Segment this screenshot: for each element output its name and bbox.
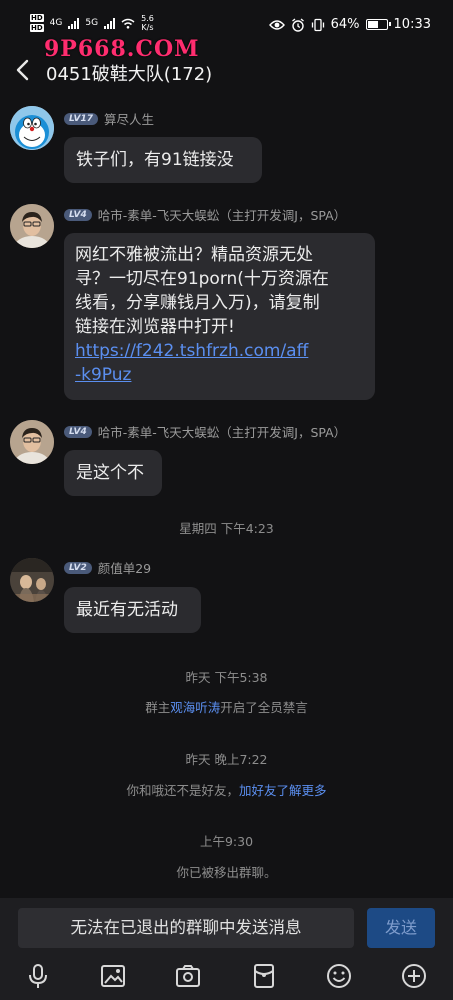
plus-icon[interactable]	[400, 962, 428, 990]
battery-icon	[365, 19, 391, 30]
network-label: 5G	[85, 18, 99, 28]
alarm-icon	[291, 17, 304, 32]
status-right: 64% 10:33	[268, 17, 431, 32]
composer-bar: 无法在已退出的群聊中发送消息 发送	[0, 898, 453, 1000]
sender-name: 颜值单29	[97, 561, 152, 576]
emoji-icon[interactable]	[325, 962, 353, 990]
net-speed: 5.6 K/s	[141, 14, 154, 32]
wifi-icon	[121, 18, 135, 29]
chat-title: 0451破鞋大队(172)	[46, 64, 213, 85]
sender-name: 哈市-素单-飞天大蜈蚣（主打开发调J，SPA）	[97, 208, 347, 223]
hd-badge: HD	[30, 24, 44, 32]
microphone-icon[interactable]	[24, 962, 52, 990]
avatar[interactable]	[10, 106, 54, 150]
sender-name: 哈市-素单-飞天大蜈蚣（主打开发调J，SPA）	[97, 425, 347, 440]
red-packet-icon[interactable]	[250, 962, 278, 990]
message-text-line: 链接在浏览器中打开!	[75, 317, 235, 337]
level-badge: LV17	[64, 112, 98, 125]
doraemon-avatar-icon	[10, 106, 54, 150]
image-icon[interactable]	[99, 962, 127, 990]
hd-badge: HD	[30, 14, 44, 22]
message-bubble[interactable]: 最近有无活动	[64, 587, 201, 633]
sender-name: 算尽人生	[104, 112, 155, 127]
system-notice: 群主观海听涛开启了全员禁言	[145, 700, 308, 715]
timestamp: 昨天 晚上7:22	[185, 752, 268, 767]
level-badge: LV4	[64, 425, 92, 438]
message-meta: LV2 颜值单29	[64, 558, 151, 577]
message-text: 最近有无活动	[76, 600, 178, 620]
message-link[interactable]: https://f242.tshfrzh.com/aff	[75, 341, 308, 361]
add-friend-link[interactable]: 加好友了解更多	[239, 783, 327, 798]
signal-icon	[104, 17, 116, 29]
level-badge: LV2	[64, 561, 92, 574]
message-text-line: 寻？一切尽在91porn(十万资源在	[75, 269, 329, 289]
timestamp: 星期四 下午4:23	[179, 521, 274, 536]
person-avatar-icon	[10, 204, 54, 248]
camera-icon[interactable]	[174, 962, 202, 990]
person-avatar-icon	[10, 420, 54, 464]
back-arrow-icon[interactable]	[12, 58, 34, 82]
send-button[interactable]: 发送	[367, 908, 435, 948]
message-bubble[interactable]: 是这个不	[64, 450, 162, 496]
status-left: HD HD 4G 5G 5.6 K/s	[30, 14, 154, 32]
chat-header: 0451破鞋大队(172)	[0, 48, 453, 94]
message-text-line: 网红不雅被流出？精品资源无处	[75, 245, 313, 265]
avatar[interactable]	[10, 558, 54, 602]
message-link[interactable]: -k9Puz	[75, 365, 131, 385]
timestamp: 昨天 下午5:38	[185, 670, 268, 685]
message-input[interactable]: 无法在已退出的群聊中发送消息	[18, 908, 354, 948]
battery-percent: 64%	[330, 17, 360, 32]
network-label: 4G	[49, 18, 63, 28]
message-text: 是这个不	[76, 463, 144, 483]
signal-icon	[68, 17, 80, 29]
message-meta: LV4 哈市-素单-飞天大蜈蚣（主打开发调J，SPA）	[64, 205, 346, 224]
owner-name-link[interactable]: 观海听涛	[170, 700, 220, 715]
system-notice: 你和哦还不是好友，加好友了解更多	[126, 783, 327, 798]
battery-level-fill	[367, 21, 379, 28]
avatar[interactable]	[10, 420, 54, 464]
clock: 10:33	[393, 17, 431, 32]
timestamp: 上午9:30	[199, 834, 254, 849]
avatar[interactable]	[10, 204, 54, 248]
message-bubble[interactable]: 网红不雅被流出？精品资源无处 寻？一切尽在91porn(十万资源在 线看，分享赚…	[64, 233, 375, 400]
message-text-line: 线看，分享赚钱月入万)，请复制	[75, 293, 320, 313]
system-notice: 你已被移出群聊。	[176, 865, 277, 880]
message-text: 铁子们，有91链接没	[76, 150, 234, 170]
message-meta: LV4 哈市-素单-飞天大蜈蚣（主打开发调J，SPA）	[64, 422, 346, 441]
eye-icon	[268, 19, 285, 30]
message-meta: LV17 算尽人生	[64, 109, 154, 128]
level-badge: LV4	[64, 208, 92, 221]
vibrate-icon	[311, 18, 324, 31]
photo-avatar-icon	[10, 558, 54, 602]
message-bubble[interactable]: 铁子们，有91链接没	[64, 137, 262, 183]
